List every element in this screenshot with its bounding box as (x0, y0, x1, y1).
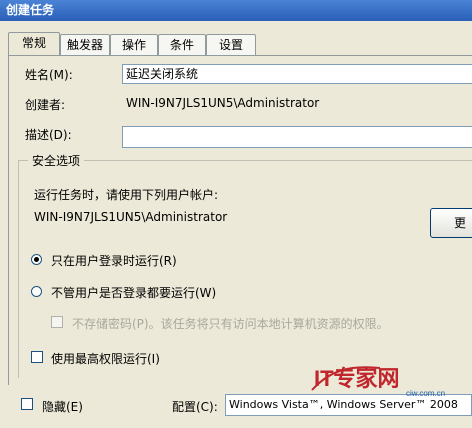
run-as-user: WIN-I9N7JLS1UN5\Administrator (34, 210, 228, 224)
hidden-checkbox[interactable] (21, 398, 33, 410)
watermark-logo: IT专家网 ciw.com.cn (310, 360, 470, 400)
tab-conditions[interactable]: 条件 (158, 34, 206, 55)
hidden-label: 隐藏(E) (42, 400, 83, 414)
tab-general[interactable]: 常规 (8, 32, 60, 55)
name-field[interactable]: 延迟关闭系统 (122, 64, 472, 84)
opt-logged-on-label: 只在用户登录时运行(R) (51, 254, 177, 268)
window-title: 创建任务 (0, 0, 472, 21)
security-group-title: 安全选项 (28, 152, 85, 169)
radio-selected-dot (34, 257, 39, 262)
radio-logged-on[interactable] (31, 254, 42, 265)
highest-privileges-checkbox[interactable] (31, 351, 43, 363)
watermark-subtext: ciw.com.cn (406, 389, 445, 398)
highest-privileges-label: 使用最高权限运行(I) (51, 352, 160, 366)
change-user-button[interactable]: 更 (430, 208, 472, 238)
author-value: WIN-I9N7JLS1UN5\Administrator (126, 96, 320, 110)
config-label: 配置(C): (172, 400, 218, 414)
change-user-button-label: 更 (453, 216, 466, 230)
run-as-prompt: 运行任务时，请使用下列用户帐户: (34, 188, 219, 202)
radio-any[interactable] (31, 286, 42, 297)
watermark-text: IT专家网 (314, 366, 400, 391)
opt-any-label: 不管用户是否登录都要运行(W) (51, 286, 217, 300)
no-store-password-checkbox[interactable] (51, 316, 63, 328)
description-field[interactable] (122, 126, 472, 148)
tab-triggers[interactable]: 触发器 (60, 34, 110, 55)
tab-actions[interactable]: 操作 (110, 34, 158, 55)
author-label: 创建者: (25, 98, 66, 112)
description-label: 描述(D): (25, 128, 72, 142)
tab-settings[interactable]: 设置 (206, 34, 256, 55)
watermark-swoosh-icon: IT专家网 ciw.com.cn (311, 366, 445, 398)
no-store-password-label: 不存储密码(P)。该任务将只有访问本地计算机资源的权限。 (72, 317, 389, 331)
name-label: 姓名(M): (25, 68, 73, 82)
